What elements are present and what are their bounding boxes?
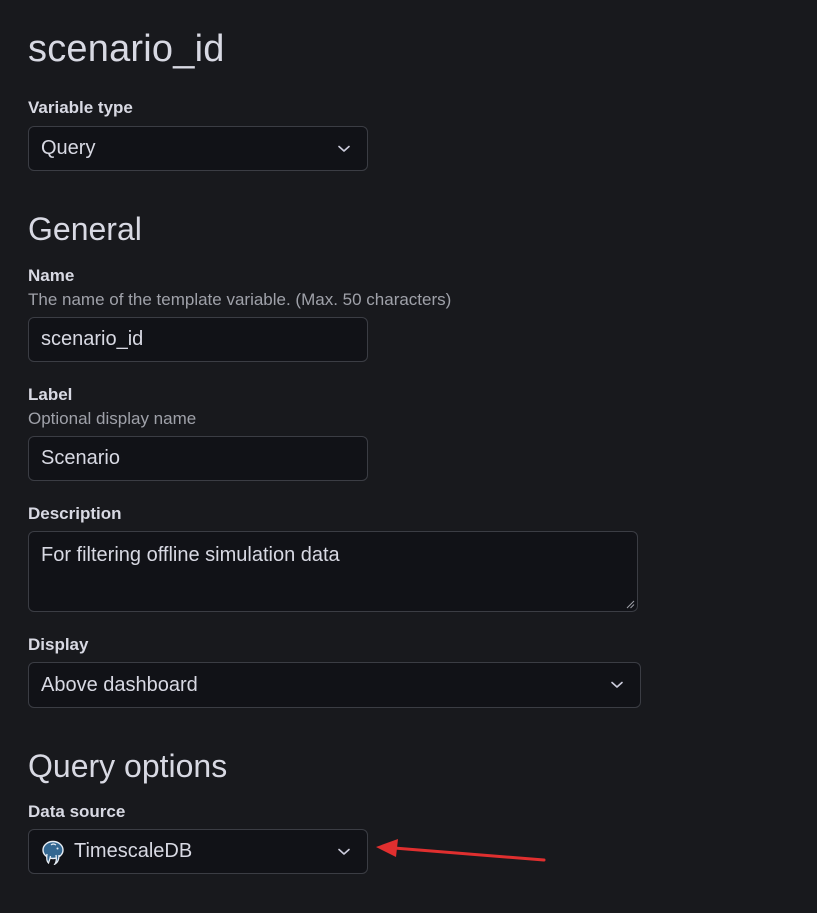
display-label: Display <box>28 635 89 654</box>
general-section-title: General <box>28 211 142 247</box>
label-label: Label <box>28 385 73 404</box>
name-description: The name of the template variable. (Max.… <box>28 290 452 309</box>
label-input-value: Scenario <box>41 447 120 469</box>
data-source-value: TimescaleDB <box>74 840 193 862</box>
variable-type-value: Query <box>41 137 96 159</box>
name-input-value: scenario_id <box>41 328 144 350</box>
label-description: Optional display name <box>28 409 197 428</box>
description-textarea[interactable]: For filtering offline simulation data <box>28 531 638 612</box>
variable-editor: scenario_id Variable type Query General … <box>0 0 817 913</box>
chevron-down-icon <box>608 676 626 694</box>
name-label: Name <box>28 266 75 285</box>
name-input[interactable]: scenario_id <box>28 317 368 362</box>
resize-handle-icon[interactable] <box>625 599 635 609</box>
variable-type-select[interactable]: Query <box>28 126 368 171</box>
variable-type-label: Variable type <box>28 98 133 117</box>
data-source-label: Data source <box>28 802 126 821</box>
chevron-down-icon <box>335 140 353 158</box>
data-source-picker[interactable]: TimescaleDB <box>28 829 368 874</box>
chevron-down-icon <box>335 843 353 861</box>
display-select[interactable]: Above dashboard <box>28 662 641 708</box>
page-title: scenario_id <box>28 28 225 70</box>
postgresql-elephant-icon <box>42 840 64 865</box>
annotation-arrow-icon <box>376 839 546 862</box>
display-select-value: Above dashboard <box>41 673 198 696</box>
label-input[interactable]: Scenario <box>28 436 368 481</box>
description-textarea-value: For filtering offline simulation data <box>41 544 340 566</box>
query-options-section-title: Query options <box>28 748 228 784</box>
description-label: Description <box>28 504 122 523</box>
